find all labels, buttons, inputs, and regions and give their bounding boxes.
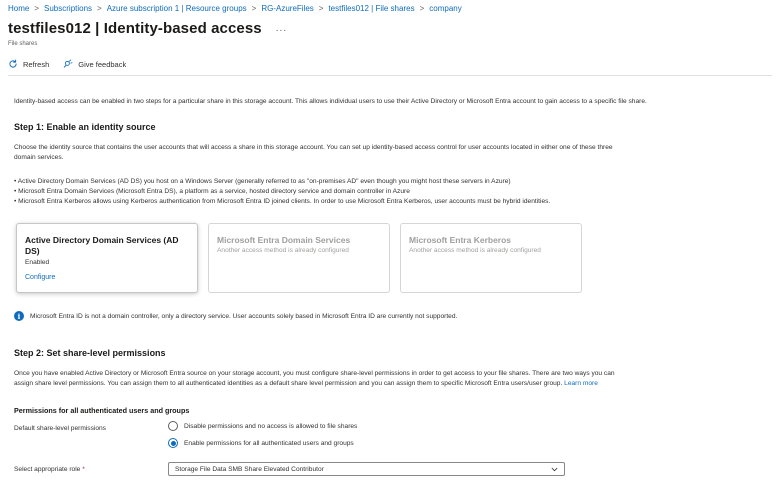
- card-title: Microsoft Entra Domain Services: [217, 235, 351, 245]
- breadcrumb-file-shares[interactable]: testfiles012 | File shares: [328, 4, 414, 13]
- page-subtitle: File shares: [8, 41, 38, 47]
- breadcrumb-separator: >: [97, 4, 102, 13]
- configure-link[interactable]: Configure: [25, 274, 188, 281]
- card-title: Microsoft Entra Kerberos: [409, 235, 512, 245]
- identity-source-cards: Active Directory Domain Services (AD DS)…: [16, 223, 582, 293]
- refresh-button[interactable]: Refresh: [8, 59, 49, 69]
- give-feedback-label: Give feedback: [78, 59, 127, 69]
- info-icon: i: [14, 311, 24, 321]
- feedback-icon: [64, 59, 73, 68]
- role-label-text: Select appropriate role: [14, 466, 81, 473]
- card-status: Enabled: [25, 259, 50, 266]
- bullet-entra-kerberos: • Microsoft Entra Kerberos allows using …: [14, 198, 551, 205]
- breadcrumb: Home > Subscriptions > Azure subscriptio…: [8, 4, 462, 13]
- role-label: Select appropriate role *: [14, 466, 85, 473]
- breadcrumb-separator: >: [34, 4, 40, 13]
- breadcrumb-resource-groups[interactable]: Azure subscription 1 | Resource groups: [107, 4, 247, 13]
- radio-enable-permissions[interactable]: Enable permissions for all authenticated…: [168, 438, 354, 448]
- step2-description-cont: assign share level permissions. You can …: [14, 379, 598, 389]
- breadcrumb-resource-group[interactable]: RG-AzureFiles: [261, 4, 313, 13]
- radio-label: Enable permissions for all authenticated…: [184, 439, 354, 447]
- card-entra-ds: Microsoft Entra Domain Services Another …: [208, 223, 390, 293]
- step2-description-text: assign share level permissions. You can …: [14, 380, 563, 387]
- breadcrumb-separator: >: [318, 4, 324, 13]
- role-dropdown-value: Storage File Data SMB Share Elevated Con…: [175, 465, 324, 473]
- step2-heading: Step 2: Set share-level permissions: [14, 348, 166, 358]
- radio-circle-checked: [168, 438, 178, 448]
- radio-circle: [168, 421, 178, 431]
- card-status: Another access method is already configu…: [409, 247, 541, 254]
- breadcrumb-share[interactable]: company: [429, 4, 461, 13]
- required-marker: *: [82, 466, 85, 473]
- default-permissions-label: Default share-level permissions: [14, 425, 106, 432]
- bullet-ad-ds: • Active Directory Domain Services (AD D…: [14, 178, 511, 185]
- info-message: i Microsoft Entra ID is not a domain con…: [14, 311, 457, 321]
- card-status: Another access method is already configu…: [217, 247, 349, 254]
- info-text: Microsoft Entra ID is not a domain contr…: [30, 312, 458, 320]
- breadcrumb-separator: >: [419, 4, 425, 13]
- give-feedback-button[interactable]: Give feedback: [63, 59, 126, 69]
- breadcrumb-home[interactable]: Home: [8, 4, 29, 13]
- permissions-heading: Permissions for all authenticated users …: [14, 406, 190, 415]
- title-row: testfiles012 | Identity-based access ...: [8, 20, 287, 37]
- step1-description: Choose the identity source that contains…: [14, 144, 613, 151]
- step1-description-cont: domain services.: [14, 154, 64, 161]
- radio-label: Disable permissions and no access is all…: [184, 422, 358, 430]
- step2-description: Once you have enabled Active Directory o…: [14, 370, 615, 377]
- intro-text: Identity-based access can be enabled in …: [14, 98, 647, 105]
- page-title: testfiles012 | Identity-based access: [8, 20, 262, 37]
- breadcrumb-separator: >: [251, 4, 257, 13]
- radio-disable-permissions[interactable]: Disable permissions and no access is all…: [168, 421, 357, 431]
- card-entra-kerberos: Microsoft Entra Kerberos Another access …: [400, 223, 582, 293]
- toolbar: Refresh Give feedback: [8, 59, 126, 69]
- step1-heading: Step 1: Enable an identity source: [14, 122, 156, 132]
- radio-dot: [170, 440, 176, 446]
- card-ad-ds[interactable]: Active Directory Domain Services (AD DS)…: [16, 223, 198, 293]
- toolbar-divider: [8, 75, 772, 76]
- refresh-label: Refresh: [23, 59, 50, 69]
- breadcrumb-subscriptions[interactable]: Subscriptions: [44, 4, 92, 13]
- more-icon[interactable]: ...: [276, 23, 287, 34]
- role-dropdown[interactable]: Storage File Data SMB Share Elevated Con…: [168, 462, 565, 476]
- chevron-down-icon: [551, 467, 558, 472]
- refresh-icon: [9, 59, 17, 68]
- card-title: Active Directory Domain Services (AD DS): [25, 235, 179, 256]
- learn-more-link[interactable]: Learn more: [564, 380, 598, 387]
- bullet-entra-ds: • Microsoft Entra Domain Services (Micro…: [14, 188, 410, 195]
